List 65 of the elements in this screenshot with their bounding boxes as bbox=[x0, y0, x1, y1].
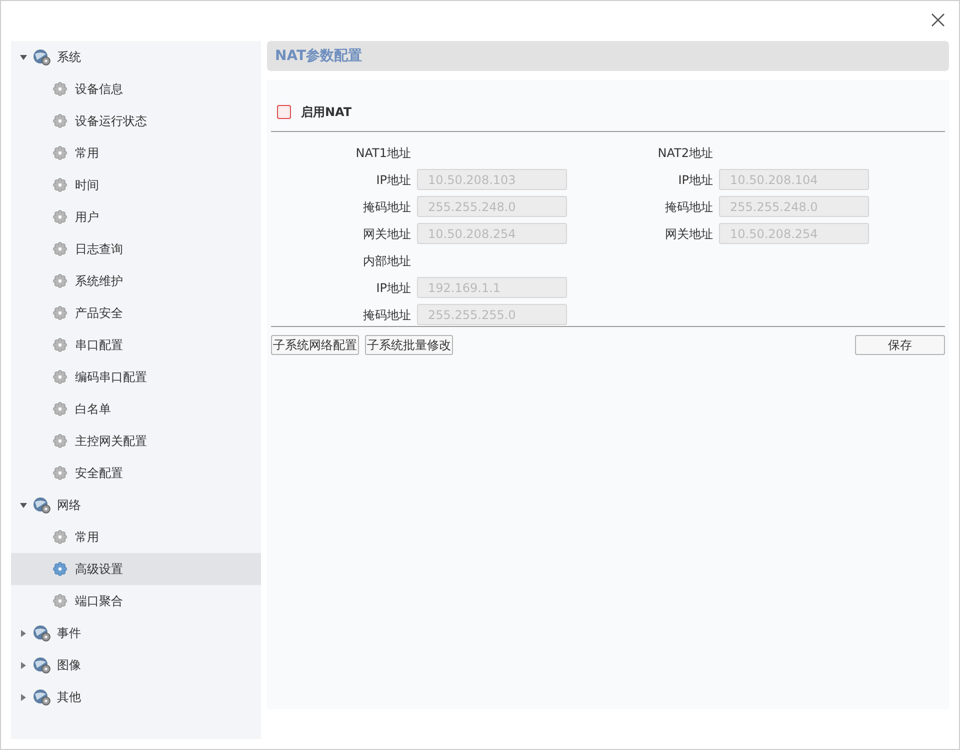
gear-icon bbox=[53, 274, 67, 288]
tree-item[interactable]: 设备运行状态 bbox=[11, 105, 261, 137]
expanded-caret-icon bbox=[20, 54, 26, 60]
globe-gear-icon bbox=[33, 624, 51, 642]
section-heading: 内部地址 bbox=[362, 252, 411, 270]
gear-icon bbox=[53, 434, 67, 448]
section-heading: NAT2地址 bbox=[656, 144, 713, 162]
tree-item[interactable]: 时间 bbox=[11, 169, 261, 201]
checkbox-label: 启用NAT bbox=[301, 104, 352, 121]
tree-group[interactable]: 系统 bbox=[11, 41, 261, 73]
field-label: 掩码地址 bbox=[362, 198, 411, 216]
gear-icon bbox=[53, 370, 67, 384]
tree-item[interactable]: 编码串口配置 bbox=[11, 361, 261, 393]
tree-item[interactable]: 常用 bbox=[11, 521, 261, 553]
gear-icon bbox=[53, 210, 67, 224]
subsystem-button[interactable]: 子系统批量修改 bbox=[365, 335, 453, 355]
gear-icon bbox=[53, 466, 67, 480]
tree-item[interactable]: 常用 bbox=[11, 137, 261, 169]
section-heading: NAT1地址 bbox=[354, 144, 411, 162]
checkbox[interactable] bbox=[277, 105, 291, 119]
tree-item[interactable]: 系统维护 bbox=[11, 265, 261, 297]
tree-item[interactable]: 白名单 bbox=[11, 393, 261, 425]
field-label: 网关地址 bbox=[362, 226, 411, 242]
globe-gear-icon bbox=[33, 688, 51, 706]
gear-icon bbox=[53, 114, 67, 128]
tree-item[interactable]: 设备信息 bbox=[11, 73, 261, 105]
tree-group[interactable]: 事件 bbox=[11, 617, 261, 649]
gear-icon bbox=[53, 242, 67, 256]
field-label: IP地址 bbox=[375, 280, 411, 296]
collapsed-caret-icon bbox=[20, 662, 26, 668]
gear-icon bbox=[53, 530, 67, 544]
gear-icon bbox=[53, 402, 67, 416]
tree-group[interactable]: 图像 bbox=[11, 649, 261, 681]
close-button[interactable] bbox=[929, 11, 947, 29]
tree-item[interactable]: 产品安全 bbox=[11, 297, 261, 329]
panel-title: NAT参数配置 bbox=[275, 46, 362, 66]
gear-icon bbox=[53, 338, 67, 352]
collapsed-caret-icon bbox=[20, 630, 26, 636]
tree-group[interactable]: 其他 bbox=[11, 681, 261, 713]
save-button[interactable]: 保存 bbox=[855, 335, 945, 355]
subsystem-button[interactable]: 子系统网络配置 bbox=[271, 335, 359, 355]
field-label: IP地址 bbox=[375, 172, 411, 188]
gear-icon bbox=[53, 594, 67, 608]
field-label: 掩码地址 bbox=[664, 198, 713, 216]
tree-item[interactable]: 高级设置 bbox=[11, 553, 261, 585]
gear-icon bbox=[53, 178, 67, 192]
tree-group[interactable]: 网络 bbox=[11, 489, 261, 521]
tree-item[interactable]: 主控网关配置 bbox=[11, 425, 261, 457]
field-label: IP地址 bbox=[677, 172, 713, 188]
expanded-caret-icon bbox=[20, 502, 26, 508]
globe-gear-icon bbox=[33, 496, 51, 514]
collapsed-caret-icon bbox=[20, 694, 26, 700]
tree-item[interactable]: 串口配置 bbox=[11, 329, 261, 361]
globe-gear-icon bbox=[33, 656, 51, 674]
field-label: 掩码地址 bbox=[362, 306, 411, 324]
tree-item[interactable]: 用户 bbox=[11, 201, 261, 233]
tree-item[interactable]: 日志查询 bbox=[11, 233, 261, 265]
tree-item[interactable]: 安全配置 bbox=[11, 457, 261, 489]
globe-gear-icon bbox=[33, 48, 51, 66]
field-label: 网关地址 bbox=[664, 226, 713, 242]
gear-icon bbox=[53, 306, 67, 320]
tree-item[interactable]: 端口聚合 bbox=[11, 585, 261, 617]
gear-icon bbox=[53, 82, 67, 96]
gear-icon bbox=[53, 562, 67, 576]
gear-icon bbox=[53, 146, 67, 160]
